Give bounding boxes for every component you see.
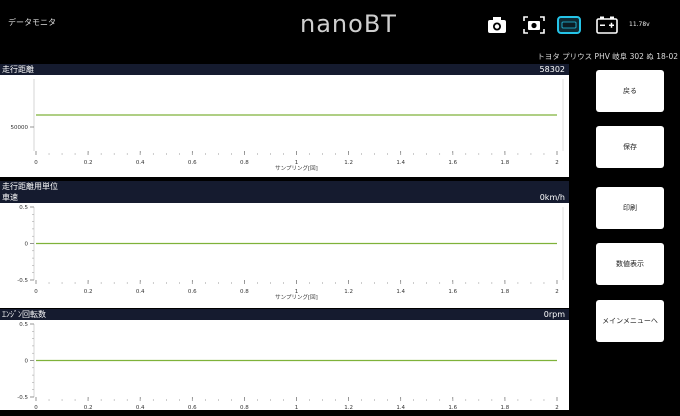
distance-chart: 50000 0 0.2 0.4 0.6 0.8 1 1.2 1.4 1.6 1.8 2 サンプリング[回…: [0, 75, 569, 177]
x-tick-label: 0: [34, 289, 38, 295]
print-button[interactable]: 印刷: [596, 187, 664, 229]
y-tick-label: -0.5: [17, 395, 28, 401]
x-tick-label: 1.8: [501, 160, 510, 166]
rpm-chart: 0.5 0 -0.5 0 0.2 0.4 0.6 0.8 1 1.2 1.4 1.6 1.8 2: [0, 320, 569, 410]
chart-svg: 0.50-0.50 0.2 0.4 0.6 0.8 1 1.2 1.4 1.6 1.8 2: [17, 322, 558, 410]
x-tick-label: 0.6: [188, 289, 197, 295]
y-tick-label: 0: [25, 242, 29, 248]
connect-icon[interactable]: [557, 16, 581, 34]
speed-chart: 0.5 0 -0.5 0 0.2 0.4 0.6 0.8 1 1.2 1.4 1.6 1.8 2 サンプリン…: [0, 203, 569, 308]
x-tick-label: 0.8: [240, 160, 249, 166]
rpm-header: ｴﾝｼﾞﾝ回転数 0rpm: [0, 309, 569, 320]
x-tick-label: 0.2: [84, 289, 93, 295]
distance-header: 走行距離 58302: [0, 64, 569, 75]
x-tick-label: 0.8: [240, 289, 249, 295]
chart-svg: 0.50-0.50 0.2 0.4 0.6 0.8 1 1.2 1.4 1.6 1.8 2サンプリン…: [17, 205, 564, 301]
numeric-display-button[interactable]: 数値表示: [596, 243, 664, 285]
voltage-readout: 11.78v: [629, 21, 650, 28]
footer-bar: [0, 410, 569, 416]
x-tick-label: 1.2: [344, 160, 353, 166]
main-menu-button[interactable]: メインメニューへ: [596, 300, 664, 342]
battery-icon: [596, 16, 618, 34]
screenshot-icon[interactable]: [523, 16, 545, 34]
x-tick-label: 2: [555, 160, 559, 166]
distance-label: 走行距離: [2, 65, 34, 74]
distance-value: 58302: [539, 65, 565, 74]
x-axis-label: サンプリング[回]: [275, 164, 318, 172]
distance-unit-label: 走行距離用単位: [2, 182, 58, 191]
x-tick-label: 1.2: [344, 289, 353, 295]
x-tick-label: 1.6: [448, 160, 457, 166]
x-tick-label: 1.8: [501, 289, 510, 295]
x-tick-label: 0.4: [136, 289, 145, 295]
x-tick-label: 0.6: [188, 160, 197, 166]
camera-icon[interactable]: [487, 16, 507, 34]
app-title: データモニタ: [8, 18, 56, 27]
rpm-label: ｴﾝｼﾞﾝ回転数: [2, 310, 46, 319]
x-tick-label: 1.4: [396, 289, 405, 295]
x-tick-label: 0: [34, 160, 38, 166]
sidebar: 戻る 保存 印刷 数値表示 メインメニューへ: [571, 60, 680, 416]
speed-value: 0km/h: [539, 193, 565, 202]
x-tick-label: 0.2: [84, 160, 93, 166]
y-tick-label: -0.5: [17, 278, 28, 284]
x-tick-label: 1.6: [448, 289, 457, 295]
y-tick-label: 50000: [11, 125, 29, 131]
save-button[interactable]: 保存: [596, 126, 664, 168]
y-tick-label: 0: [25, 359, 29, 365]
x-tick-label: 1.4: [396, 160, 405, 166]
y-tick-label: 0.5: [19, 322, 28, 328]
top-bar: データモニタ nanoBT 11.78v: [0, 0, 680, 46]
nanobt-logo: nanoBT: [300, 10, 397, 38]
speed-header: 走行距離用単位 車速 0km/h: [0, 181, 569, 203]
speed-label: 車速: [2, 193, 18, 202]
back-button[interactable]: 戻る: [596, 70, 664, 112]
x-tick-label: 0.4: [136, 160, 145, 166]
y-tick-label: 0.5: [19, 205, 28, 211]
x-axis-label: サンプリング[回]: [275, 293, 318, 301]
rpm-value: 0rpm: [543, 310, 565, 319]
x-tick-label: 2: [555, 289, 559, 295]
chart-svg: 500000 0.2 0.4 0.6 0.8 1 1.2 1.4 1.6 1.8 2サンプリング[回…: [11, 79, 564, 172]
